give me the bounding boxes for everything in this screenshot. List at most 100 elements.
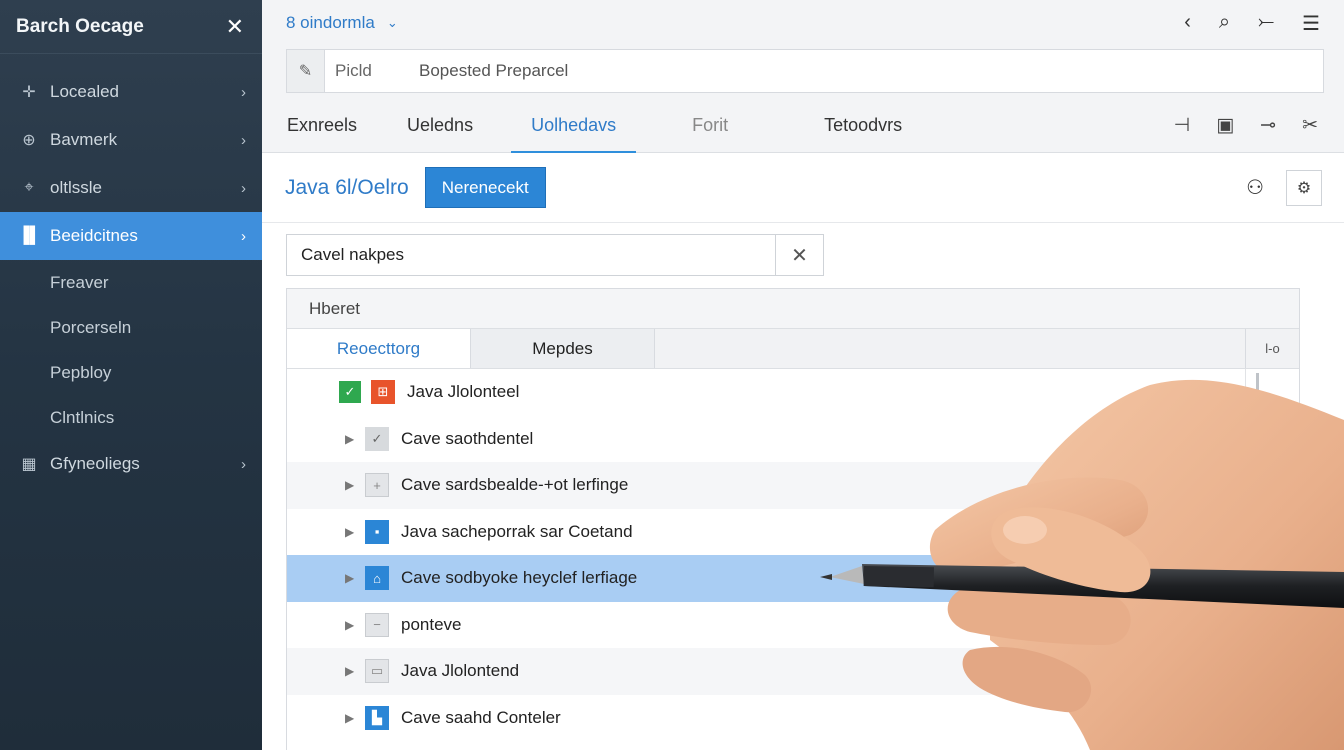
panel-menu-icon[interactable]: l-o — [1245, 329, 1299, 368]
sidebar-nav: ✛ Locealed › ⊕ Bavmerk › ⌖ oltlssle › ▐▌… — [0, 54, 262, 488]
tree-row[interactable]: ✓ ⊞ Java Jlolonteel ⊸ ⛉ — [287, 369, 1299, 416]
expand-arrow-icon[interactable]: ▶ — [345, 571, 365, 585]
workspace-label: 8 oindormla — [286, 13, 375, 32]
chevron-right-icon: › — [241, 131, 246, 149]
header-actions: ⚇ ⚙ — [1246, 169, 1344, 206]
panel-header: Hberet — [287, 289, 1299, 329]
tab-tetoodvrs[interactable]: Tetoodvrs — [804, 98, 922, 153]
tree-row-label: Java Jlolonteel — [407, 382, 520, 402]
tree-row[interactable]: ▶ − ponteve — [287, 602, 1299, 649]
expand-arrow-icon[interactable]: ▶ — [345, 525, 365, 539]
bookmark-icon[interactable]: ⛉ — [1196, 382, 1209, 402]
crosshair-icon: ⌖ — [24, 179, 34, 196]
project-header: Java 6l/Oelro Nerenecekt ⚇ ⚙ — [262, 153, 1344, 223]
project-title[interactable]: Java 6l/Oelro — [285, 176, 409, 200]
tab-forit[interactable]: Forit — [672, 98, 748, 153]
sidebar: Barch Oecage ✕ ✛ Locealed › ⊕ Bavmerk › … — [0, 0, 262, 750]
tab-ueledns[interactable]: Ueledns — [377, 98, 493, 153]
chevron-right-icon: › — [241, 179, 246, 197]
clear-search-icon[interactable]: ✕ — [775, 235, 823, 275]
chevron-right-icon: › — [241, 455, 246, 473]
sidebar-item-label: oltlssle — [50, 178, 102, 197]
edit-icon[interactable]: ✎ — [287, 50, 325, 92]
sidebar-item-label: Bavmerk — [50, 130, 118, 149]
expand-arrow-icon[interactable]: ▶ — [345, 664, 365, 678]
tree-row[interactable]: ▶ ▙ Cave saahd Conteler — [287, 695, 1299, 742]
expand-arrow-icon[interactable]: ▶ — [345, 711, 365, 725]
tab-actions: ⊣ ▣ ⊸ ✂ — [1174, 114, 1344, 137]
tree-row-label: Cave saothdentel — [401, 428, 534, 448]
workspace-selector[interactable]: 8 oindormla ⌄ — [286, 13, 398, 33]
menu-icon[interactable]: ☰ — [1302, 11, 1320, 36]
back-icon[interactable]: ‹ — [1184, 11, 1191, 36]
minus-icon: − — [365, 612, 389, 637]
folder-icon: ▐▌ — [18, 227, 41, 244]
user-icon[interactable]: ⚇ — [1246, 175, 1264, 200]
layout-icon[interactable]: ▣ — [1216, 114, 1234, 137]
search-input[interactable] — [287, 235, 775, 275]
subtab-mepdes[interactable]: Mepdes — [471, 329, 655, 368]
minus-icon[interactable]: ⤚ — [1258, 11, 1274, 36]
chevron-right-icon: › — [241, 227, 246, 245]
tree-row-label: ponteve — [401, 614, 462, 634]
sidebar-subitem-freaver[interactable]: Freaver — [0, 260, 262, 305]
square-icon: ▪ — [365, 519, 389, 544]
tree-rows: ✓ ⊞ Java Jlolonteel ⊸ ⛉ ▶ ✓ Cave saothde… — [287, 369, 1299, 741]
settings-box-icon[interactable]: ⚙ — [1286, 169, 1322, 206]
tree-row-selected[interactable]: ▶ ⌂ Cave sodbyoke heyclef lerfiage — [287, 555, 1299, 602]
tree-row-label: Java Jlolontend — [401, 661, 520, 681]
home-icon: ⌂ — [365, 566, 389, 591]
tree-panel: Hberet Reoecttorg Mepdes l-o ✓ ⊞ Java Jl… — [286, 288, 1300, 750]
content-body: Java 6l/Oelro Nerenecekt ⚇ ⚙ ✕ Hberet Re… — [262, 153, 1344, 750]
sidebar-item-locealed[interactable]: ✛ Locealed › — [0, 68, 262, 116]
vertical-scrollbar[interactable] — [1245, 369, 1269, 459]
subtab-reoecttorg[interactable]: Reoecttorg — [287, 329, 471, 368]
sidebar-header: Barch Oecage ✕ — [0, 0, 262, 54]
sidebar-subitem-clntlnics[interactable]: Clntlnics — [0, 395, 262, 440]
subtab-spacer — [655, 329, 1245, 368]
check-icon: ✓ — [365, 426, 389, 451]
topbar: 8 oindormla ⌄ ‹ ⌕ ⤚ ☰ — [262, 0, 1344, 46]
grid-icon: ▦ — [21, 456, 37, 473]
key-icon[interactable]: ⊸ — [1152, 382, 1166, 402]
doc-icon: ▭ — [365, 659, 389, 684]
sidebar-item-beeidcitnes[interactable]: ▐▌ Beeidcitnes › — [0, 212, 262, 260]
panel-subtabs: Reoecttorg Mepdes l-o — [287, 329, 1299, 369]
key-icon[interactable]: ⊸ — [1260, 114, 1276, 137]
sidebar-item-label: Gfyneoliegs — [50, 454, 140, 473]
sidebar-item-gfyneoliegs[interactable]: ▦ Gfyneoliegs › — [0, 440, 262, 488]
expand-arrow-icon[interactable]: ▶ — [345, 478, 365, 492]
tab-uolhedavs[interactable]: Uolhedavs — [511, 98, 637, 154]
tree-row[interactable]: ▶ ▭ Java Jlolontend — [287, 648, 1299, 695]
plus-cross-icon: ✛ — [22, 84, 36, 101]
chevron-down-icon: ⌄ — [386, 15, 398, 30]
topbar-actions: ‹ ⌕ ⤚ ☰ — [1184, 11, 1320, 36]
tab-exnreels[interactable]: Exnreels — [262, 98, 377, 153]
close-icon[interactable]: ✕ — [226, 14, 244, 40]
grid-icon: ⊞ — [371, 380, 395, 405]
bookmark-icon: ▙ — [365, 705, 389, 730]
expand-arrow-icon[interactable]: ▶ — [345, 618, 365, 632]
sidebar-subitem-porcerseln[interactable]: Porcerseln — [0, 305, 262, 350]
address-field-value[interactable]: Bopested Preparcel — [419, 61, 568, 81]
row-actions: ⊸ ⛉ — [1152, 382, 1299, 402]
minus-plus-icon[interactable]: ⊣ — [1174, 114, 1191, 137]
tree-row[interactable]: ▶ + Cave sardsbealde-+ot lerfinge — [287, 462, 1299, 509]
sidebar-item-label: Beeidcitnes — [50, 226, 138, 245]
tree-row-label: Cave sodbyoke heyclef lerfiage — [401, 568, 638, 588]
app-title: Barch Oecage — [16, 15, 144, 37]
sidebar-item-oltlssle[interactable]: ⌖ oltlssle › — [0, 164, 262, 212]
chevron-right-icon: › — [241, 83, 246, 101]
tab-bar: Exnreels Ueledns Uolhedavs Forit Tetoodv… — [262, 98, 1344, 154]
main-area: 8 oindormla ⌄ ‹ ⌕ ⤚ ☰ ✎ Picld Bopested P… — [262, 0, 1344, 750]
new-button[interactable]: Nerenecekt — [424, 167, 546, 208]
expand-arrow-icon[interactable]: ▶ — [345, 432, 365, 446]
tree-row[interactable]: ▶ ▪ Java sacheporrak sar Coetand — [287, 509, 1299, 556]
plus-icon: + — [365, 473, 389, 498]
sidebar-item-bavmerk[interactable]: ⊕ Bavmerk › — [0, 116, 262, 164]
tree-row[interactable]: ▶ ✓ Cave saothdentel — [287, 416, 1299, 463]
search-icon[interactable]: ⌕ — [1219, 11, 1230, 36]
address-bar[interactable]: ✎ Picld Bopested Preparcel — [286, 49, 1324, 93]
sidebar-subitem-pepbloy[interactable]: Pepbloy — [0, 350, 262, 395]
tools-icon[interactable]: ✂ — [1302, 114, 1318, 137]
